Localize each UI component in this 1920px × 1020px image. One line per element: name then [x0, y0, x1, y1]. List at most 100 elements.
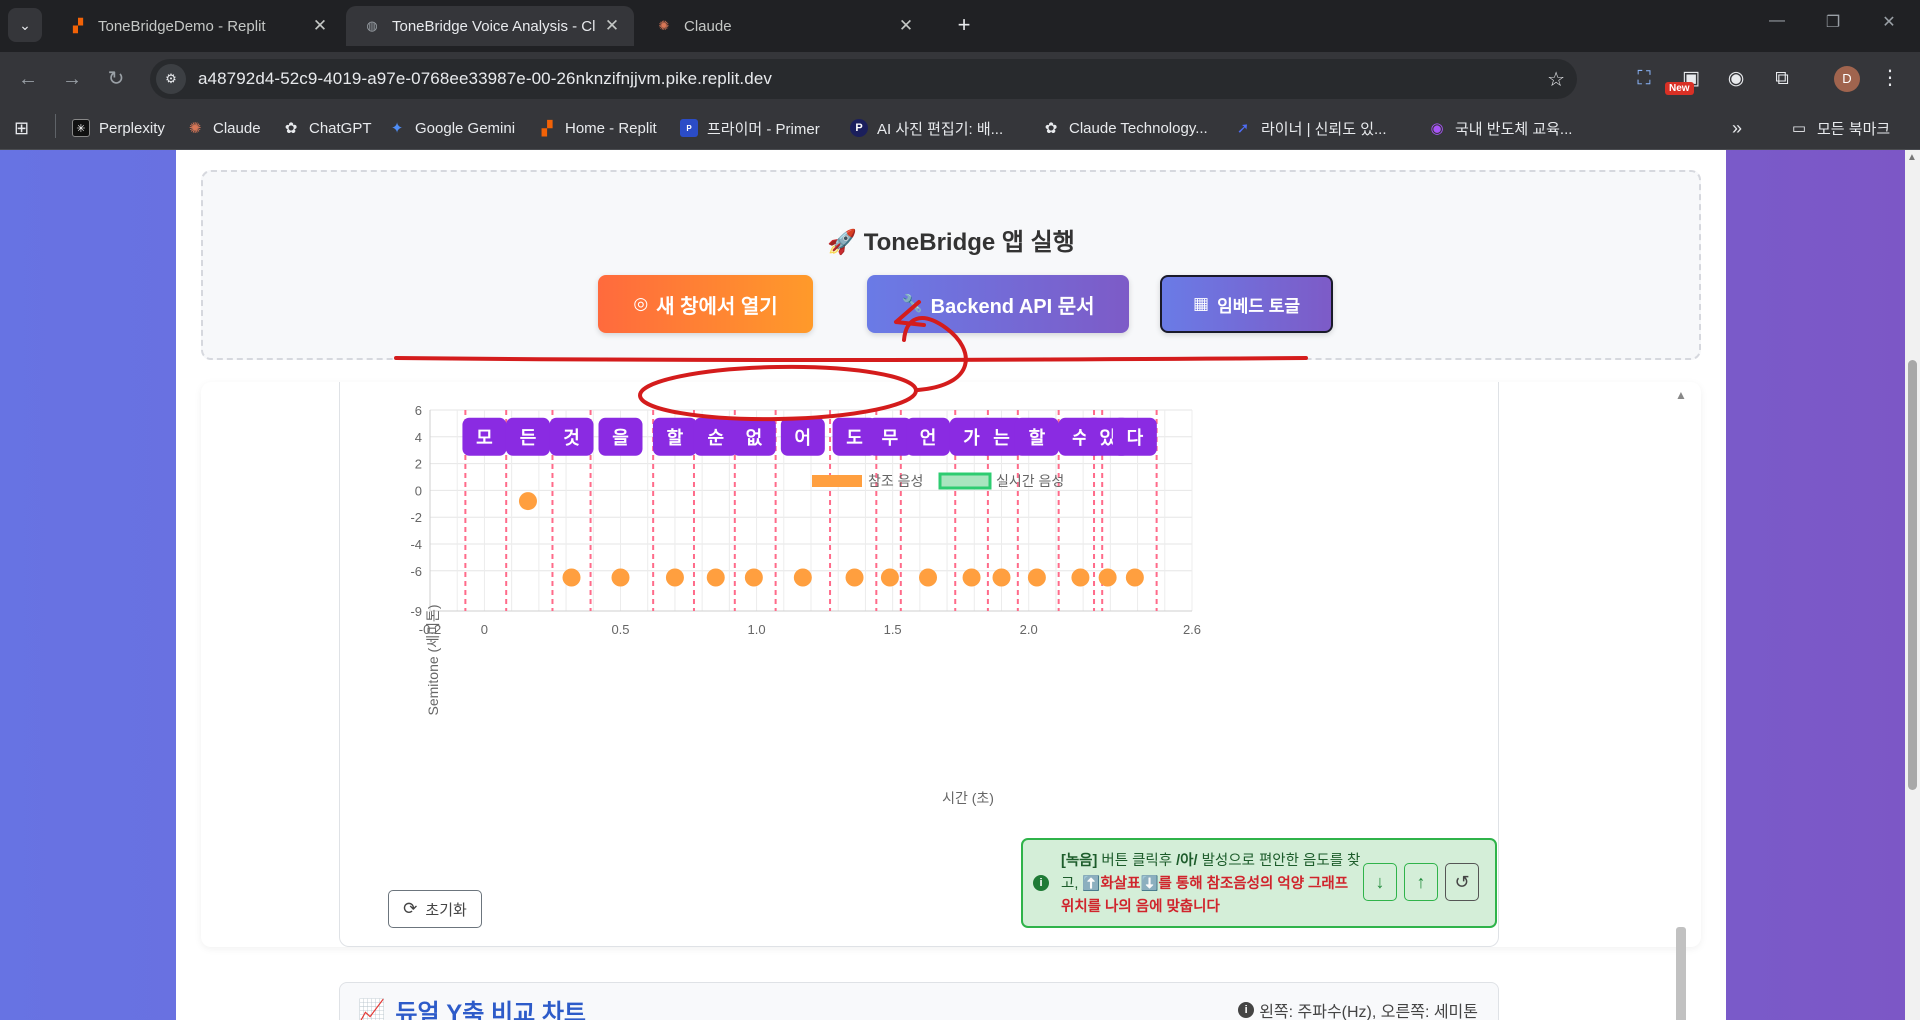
syllable-label-text: 순	[707, 428, 724, 448]
syllable-label: 순	[693, 417, 738, 456]
bookmark-claude[interactable]: ✺ Claude	[186, 116, 261, 140]
menu-dots-icon[interactable]: ⋮	[1880, 65, 1900, 90]
close-icon[interactable]: ✕	[600, 16, 624, 36]
back-arrow-icon[interactable]: ←	[14, 65, 42, 93]
window-close-icon[interactable]: ✕	[1874, 12, 1904, 32]
perplexity-icon: ✳	[72, 119, 90, 137]
shift-down-button[interactable]: ↓	[1363, 863, 1397, 901]
reload-icon[interactable]: ↻	[102, 65, 130, 93]
reference-point	[880, 568, 899, 587]
gemini-icon: ✦	[390, 120, 404, 137]
syllable-label: 모	[462, 417, 507, 456]
globe-icon: ◍	[366, 18, 378, 33]
legend-label-realtime: 실시간 음성	[996, 473, 1064, 489]
reference-point	[992, 568, 1011, 587]
close-icon[interactable]: ✕	[894, 16, 918, 36]
crop-icon[interactable]: ⛶	[1630, 65, 1658, 93]
chatgpt-icon: ✿	[1044, 120, 1058, 137]
reference-point	[665, 568, 684, 587]
x-tick-label: 1.0	[748, 622, 766, 637]
site-settings-icon[interactable]: ⚙	[156, 64, 186, 94]
bookmark-replit[interactable]: ▞ Home - Replit	[538, 116, 657, 140]
tab-tonebridge-voice-analysis[interactable]: ◍ ToneBridge Voice Analysis - Cl ✕	[346, 6, 634, 46]
replit-icon: ▞	[541, 119, 553, 136]
reset-label: 초기화	[425, 901, 467, 919]
minimize-icon[interactable]: —	[1762, 12, 1792, 30]
tab-search-button[interactable]: ⌄	[8, 8, 42, 42]
bookmark-photo-editor[interactable]: P AI 사진 편집기: 배...	[850, 116, 1003, 140]
bookmark-chatgpt[interactable]: ✿ ChatGPT	[282, 116, 372, 140]
bookmark-gemini[interactable]: ✦ Google Gemini	[388, 116, 515, 140]
bookmark-label: ChatGPT	[309, 119, 372, 137]
bookmark-primer[interactable]: P 프라이머 - Primer	[680, 116, 820, 140]
x-axis-title: 시간 (초)	[942, 790, 994, 806]
tab-claude[interactable]: ✺ Claude ✕	[638, 6, 928, 46]
annotation-underline	[394, 356, 1308, 362]
bookmarks-divider	[55, 114, 56, 138]
avatar[interactable]: D	[1834, 66, 1860, 92]
dual-chart-note: i 왼쪽: 주파수(Hz), 오른쪽: 세미톤	[1238, 998, 1478, 1020]
reference-point	[845, 568, 864, 587]
bookmark-label: Claude Technology...	[1069, 119, 1208, 137]
syllable-label-text: 을	[612, 428, 629, 448]
tab-tonebridge-demo[interactable]: ▞ ToneBridgeDemo - Replit ✕	[52, 6, 342, 46]
scroll-up-icon[interactable]: ▲	[1907, 152, 1917, 163]
liner-icon: ➚	[1236, 120, 1250, 137]
dual-axis-chart-header: 📈 듀얼 Y축 비교 차트 i 왼쪽: 주파수(Hz), 오른쪽: 세미톤	[339, 982, 1499, 1020]
primer-icon: P	[680, 119, 698, 137]
puzzle-icon[interactable]: ⧉	[1768, 65, 1796, 93]
more-bookmarks-icon[interactable]: »	[1732, 116, 1742, 140]
chevron-down-icon: ⌄	[19, 16, 31, 33]
y-tick-label: 2	[415, 457, 422, 472]
reference-point	[1027, 568, 1046, 587]
tip-bold: [녹음]	[1061, 853, 1098, 869]
reference-point	[706, 568, 725, 587]
close-icon[interactable]: ✕	[308, 16, 332, 36]
new-badge: New	[1665, 82, 1694, 95]
all-bookmarks-folder[interactable]: ▭ 모든 북마크	[1790, 116, 1890, 140]
page-scroll-thumb[interactable]	[1908, 360, 1917, 790]
bookmark-claude-technology[interactable]: ✿ Claude Technology...	[1042, 116, 1208, 140]
restore-icon[interactable]: ❐	[1818, 12, 1848, 32]
shift-reset-button[interactable]: ↺	[1445, 863, 1479, 901]
x-tick-label: 1.5	[884, 622, 902, 637]
arrow-down-icon: ↓	[1375, 872, 1385, 892]
tip-text: [녹음] 버튼 클릭후 /아/ 발성으로 편안한 음도를 찾고, ⬆️화살표⬇️…	[1061, 850, 1361, 919]
reference-point	[1125, 568, 1144, 587]
shift-up-button[interactable]: ↑	[1404, 863, 1438, 901]
bookmark-perplexity[interactable]: ✳ Perplexity	[72, 116, 165, 140]
syllable-label: 다	[1112, 417, 1157, 456]
bookmark-label: 라이너 | 신뢰도 있...	[1261, 120, 1387, 138]
bookmark-star-icon[interactable]: ☆	[1547, 67, 1565, 92]
apps-grid-icon[interactable]: ⊞	[14, 116, 29, 140]
bookmark-label: Google Gemini	[415, 119, 516, 137]
forward-arrow-icon[interactable]: →	[58, 65, 86, 93]
reference-point	[919, 568, 938, 587]
x-tick-label: 0	[481, 622, 488, 637]
address-bar[interactable]: ⚙ a48792d4-52c9-4019-a97e-0768ee33987e-0…	[150, 59, 1577, 99]
bookmark-label: Claude	[213, 119, 261, 137]
bookmark-semiconductor[interactable]: ◉ 국내 반도체 교육...	[1428, 116, 1572, 140]
syllable-label-text: 도	[846, 428, 863, 448]
main-panel: 🚀 ToneBridge 앱 실행 ◎ 새 창에서 열기 🔧 Backend A…	[176, 150, 1726, 1020]
bookmark-liner[interactable]: ➚ 라이너 | 신뢰도 있...	[1234, 116, 1387, 140]
syllable-label-text: 든	[520, 428, 537, 448]
reset-button[interactable]: ⟳ 초기화	[388, 890, 482, 928]
all-bookmarks-label: 모든 북마크	[1817, 120, 1891, 138]
camera-icon[interactable]: ◉	[1722, 65, 1750, 93]
x-tick-label: 0.5	[611, 622, 629, 637]
arrow-up-icon: ↑	[1416, 872, 1426, 892]
tip-vowel: /아/	[1176, 853, 1198, 869]
new-tab-button[interactable]: +	[950, 12, 978, 40]
reference-point	[518, 492, 537, 511]
syllable-label: 언	[906, 417, 951, 456]
bookmark-label: 국내 반도체 교육...	[1455, 120, 1573, 138]
dual-chart-title-text: 듀얼 Y축 비교 차트	[395, 1000, 586, 1020]
tip-part: 버튼 클릭후	[1097, 853, 1177, 869]
page-scrollbar[interactable]: ▲	[1905, 150, 1920, 1020]
legend-label-reference: 참조 음성	[868, 473, 923, 489]
y-tick-label: 0	[415, 483, 422, 498]
syllable-label-text: 할	[667, 427, 684, 448]
y-axis-title: Semitone (세미톤)	[425, 605, 441, 716]
syllable-label: 없	[731, 417, 776, 456]
